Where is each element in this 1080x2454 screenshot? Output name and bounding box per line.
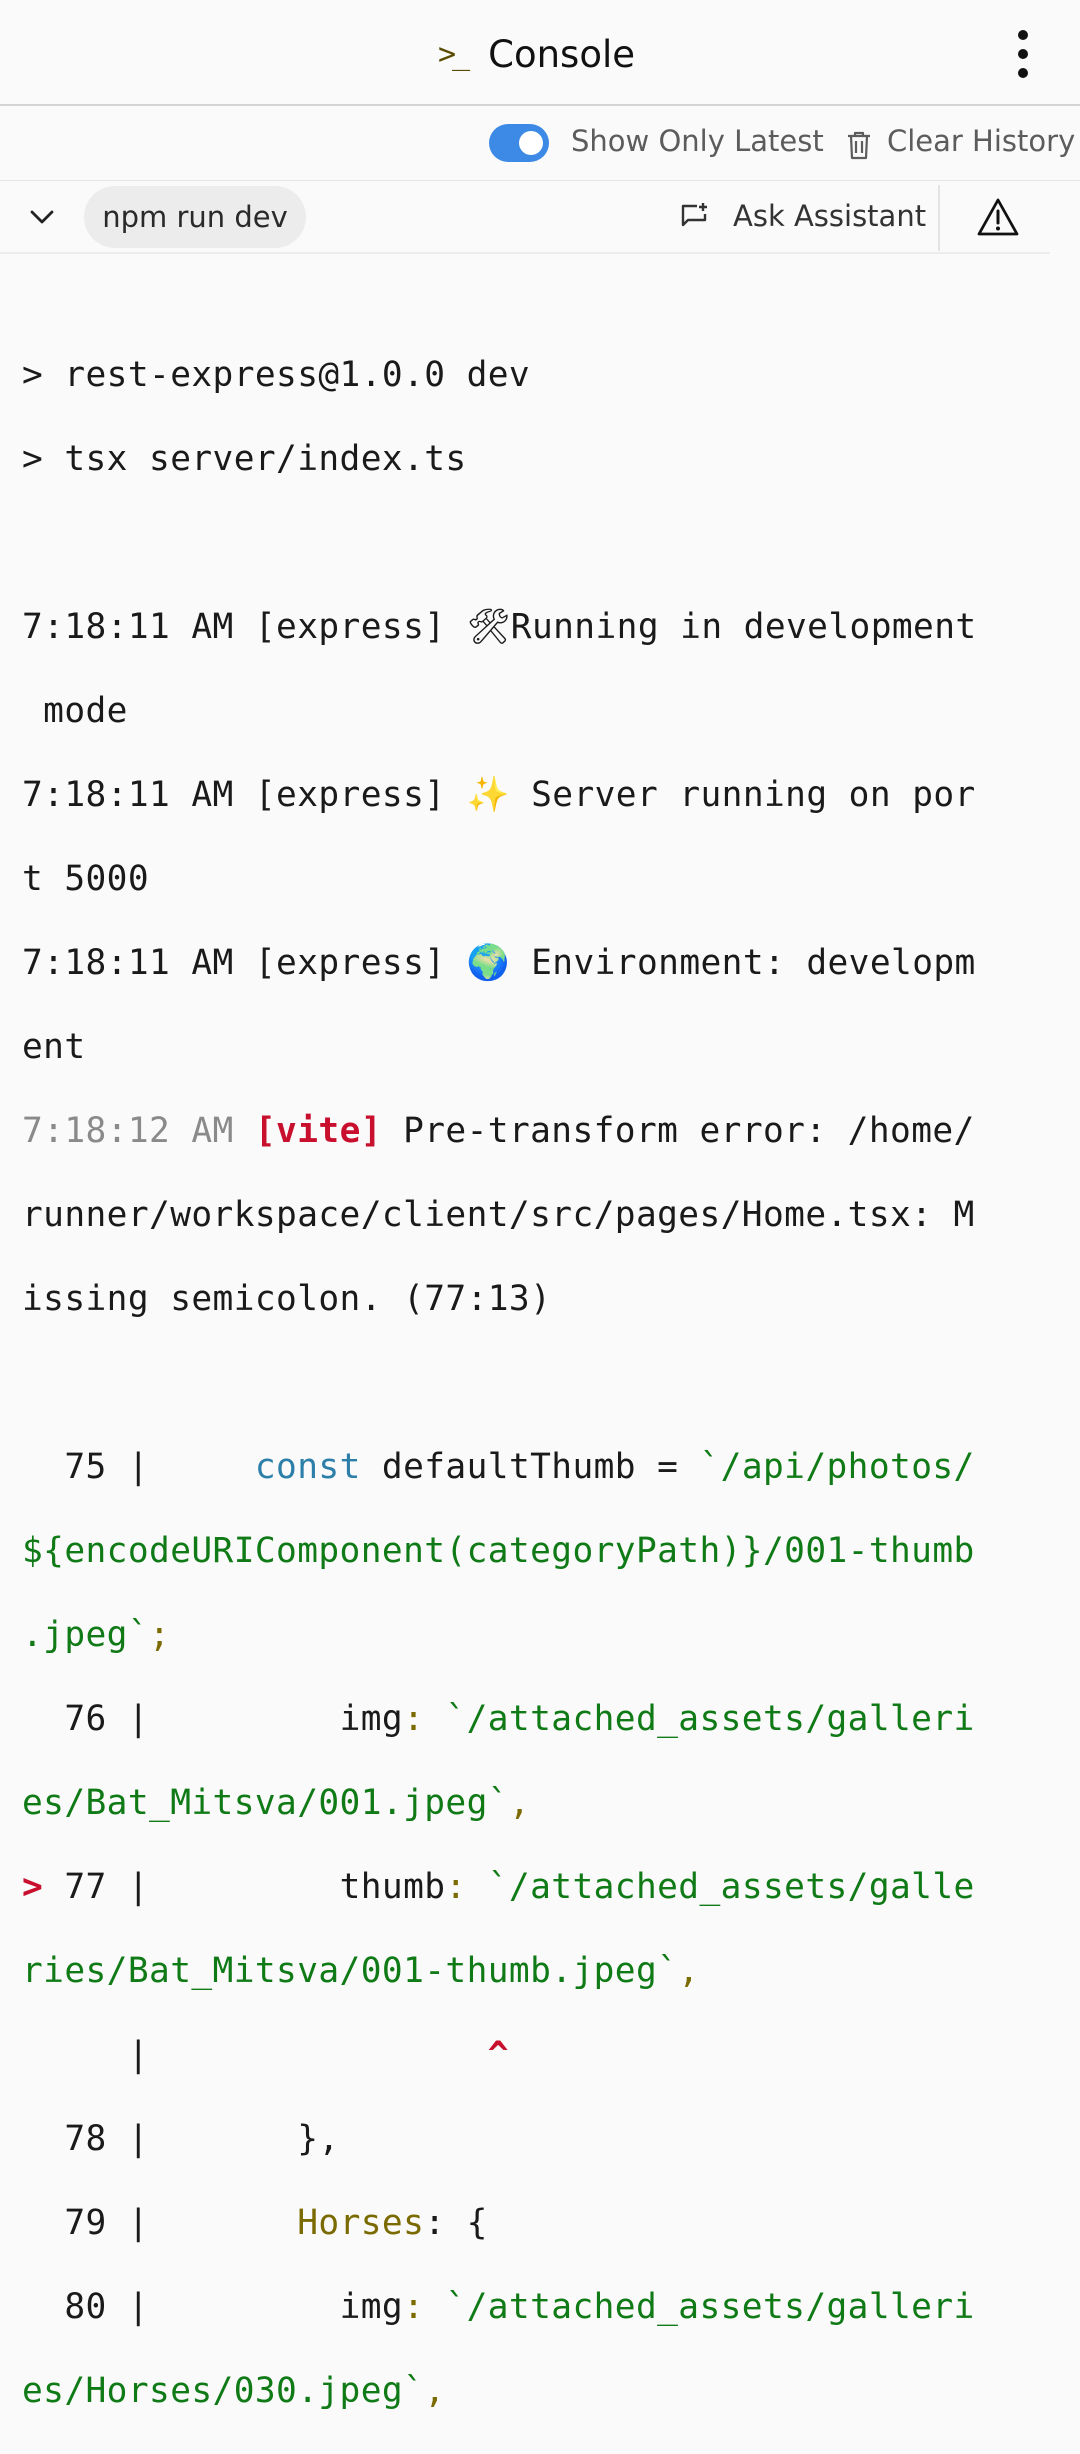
line-gutter: 76 | xyxy=(22,1699,340,1739)
console-line: 7:18:12 AM [vite] Pre-transform error: /… xyxy=(22,1110,1022,1152)
console-line: > tsx server/index.ts xyxy=(22,438,1022,480)
code-string: `/attached_assets/galleri xyxy=(445,2287,975,2327)
code-key: thumb xyxy=(339,1867,446,1907)
output-text: > rest-express@1.0.0 dev xyxy=(22,355,531,395)
code-line: .jpeg`; xyxy=(22,1614,1022,1656)
code-punct: : xyxy=(403,1699,446,1739)
log-text: Environment: developm xyxy=(509,943,976,983)
line-gutter: 80 | xyxy=(22,2287,340,2327)
console-line: 7:18:11 AM [express] 🌍 Environment: deve… xyxy=(22,942,1022,984)
error-text: runner/workspace/client/src/pages/Home.t… xyxy=(22,1195,975,1235)
chevron-down-icon[interactable] xyxy=(28,203,56,231)
code-keyword: const xyxy=(254,1447,361,1487)
terminal-prompt-icon: >_ xyxy=(438,36,470,72)
log-timestamp: 7:18:12 AM xyxy=(22,1111,255,1151)
globe-emoji-icon: 🌍 xyxy=(466,943,510,983)
code-line-error: > 77 | thumb: `/attached_assets/galle xyxy=(22,1866,1022,1908)
code-line: 79 | Horses: { xyxy=(22,2202,1022,2244)
code-text: defaultThumb = xyxy=(360,1447,700,1487)
code-string: ${encodeURIComponent(categoryPath)}/001-… xyxy=(22,1531,975,1571)
code-punct: : xyxy=(445,1867,488,1907)
line-gutter: 79 | xyxy=(22,2203,298,2243)
error-marker: > xyxy=(22,1867,44,1907)
command-chip[interactable]: npm run dev xyxy=(84,186,306,248)
code-key: img xyxy=(339,2287,404,2327)
console-line: > rest-express@1.0.0 dev xyxy=(22,354,1022,396)
error-text: issing semicolon. (77:13) xyxy=(22,1279,552,1319)
code-string: ries/Bat_Mitsva/001-thumb.jpeg` xyxy=(22,1951,679,1991)
kebab-menu-icon[interactable] xyxy=(1004,28,1044,80)
code-key: Horses xyxy=(297,2203,425,2243)
code-string: es/Horses/030.jpeg` xyxy=(22,2371,425,2411)
code-punct: , xyxy=(424,2371,446,2411)
trash-icon[interactable] xyxy=(846,130,872,160)
code-line: ${encodeURIComponent(categoryPath)}/001-… xyxy=(22,1530,1022,1572)
log-prefix: 7:18:11 AM [express] xyxy=(22,943,467,983)
caret-padding xyxy=(149,2035,488,2075)
ask-assistant-button[interactable]: Ask Assistant xyxy=(733,199,926,233)
tools-emoji-icon: 🛠 xyxy=(466,607,511,647)
code-line: 76 | img: `/attached_assets/galleri xyxy=(22,1698,1022,1740)
code-line: 75 | const defaultThumb = `/api/photos/ xyxy=(22,1446,1022,1488)
log-text: Running in development xyxy=(510,607,977,647)
show-only-latest-toggle[interactable] xyxy=(489,124,549,162)
ask-assistant-icon[interactable] xyxy=(679,201,711,233)
log-text: Server running on por xyxy=(509,775,976,815)
code-line: 78 | }, xyxy=(22,2118,1022,2160)
code-string: es/Bat_Mitsva/001.jpeg` xyxy=(22,1783,509,1823)
code-text: }, xyxy=(297,2119,340,2159)
code-line: 80 | img: `/attached_assets/galleri xyxy=(22,2286,1022,2328)
output-text: > tsx server/index.ts xyxy=(22,439,467,479)
show-only-latest-label[interactable]: Show Only Latest xyxy=(571,124,824,158)
console-line: issing semicolon. (77:13) xyxy=(22,1278,1022,1320)
code-line: ries/Bat_Mitsva/001-thumb.jpeg`, xyxy=(22,1950,1022,1992)
console-line: ent xyxy=(22,1026,1022,1068)
console-line: mode xyxy=(22,690,1022,732)
code-string: `/api/photos/ xyxy=(699,1447,975,1487)
code-string: `/attached_assets/galle xyxy=(487,1867,975,1907)
app-header: >_ Console xyxy=(0,0,1080,106)
console-line: 7:18:11 AM [express] 🛠Running in develop… xyxy=(22,606,1022,648)
code-text: : { xyxy=(424,2203,488,2243)
log-text: ent xyxy=(22,1027,86,1067)
console-output: > rest-express@1.0.0 dev > tsx server/in… xyxy=(22,312,1022,2454)
code-punct: , xyxy=(678,1951,700,1991)
code-punct: , xyxy=(508,1783,531,1823)
toolbar-divider xyxy=(938,185,940,251)
console-toolbar: Show Only Latest Clear History xyxy=(0,106,1080,181)
code-key: img xyxy=(339,1699,404,1739)
code-string: .jpeg` xyxy=(22,1615,150,1655)
line-gutter: 78 | xyxy=(22,2119,298,2159)
page-title: Console xyxy=(488,32,636,76)
warning-icon[interactable] xyxy=(977,197,1019,237)
console-line: t 5000 xyxy=(22,858,1022,900)
code-string: `/attached_assets/galleri xyxy=(445,1699,975,1739)
log-prefix: 7:18:11 AM [express] xyxy=(22,607,467,647)
clear-history-button[interactable]: Clear History xyxy=(887,124,1075,158)
code-punct: ; xyxy=(149,1615,171,1655)
title-group: >_ Console xyxy=(438,24,635,84)
console-line: runner/workspace/client/src/pages/Home.t… xyxy=(22,1194,1022,1236)
sparkles-emoji-icon: ✨ xyxy=(466,775,510,815)
error-caret: ^ xyxy=(487,2035,509,2075)
line-gutter: 77 | xyxy=(43,1867,340,1907)
vite-tag: [vite] xyxy=(254,1111,382,1151)
log-prefix: 7:18:11 AM [express] xyxy=(22,775,467,815)
code-line: es/Horses/030.jpeg`, xyxy=(22,2370,1022,2412)
log-text: t 5000 xyxy=(22,859,150,899)
caret-line: | ^ xyxy=(22,2034,1022,2076)
error-text: Pre-transform error: /home/ xyxy=(381,1111,975,1151)
line-gutter: 75 | xyxy=(22,1447,255,1487)
code-punct: : xyxy=(403,2287,446,2327)
console-line: 7:18:11 AM [express] ✨ Server running on… xyxy=(22,774,1022,816)
line-gutter: | xyxy=(22,2035,150,2075)
code-line: es/Bat_Mitsva/001.jpeg`, xyxy=(22,1782,1022,1824)
command-row: npm run dev Ask Assistant xyxy=(0,181,1050,254)
log-text: mode xyxy=(22,691,128,731)
